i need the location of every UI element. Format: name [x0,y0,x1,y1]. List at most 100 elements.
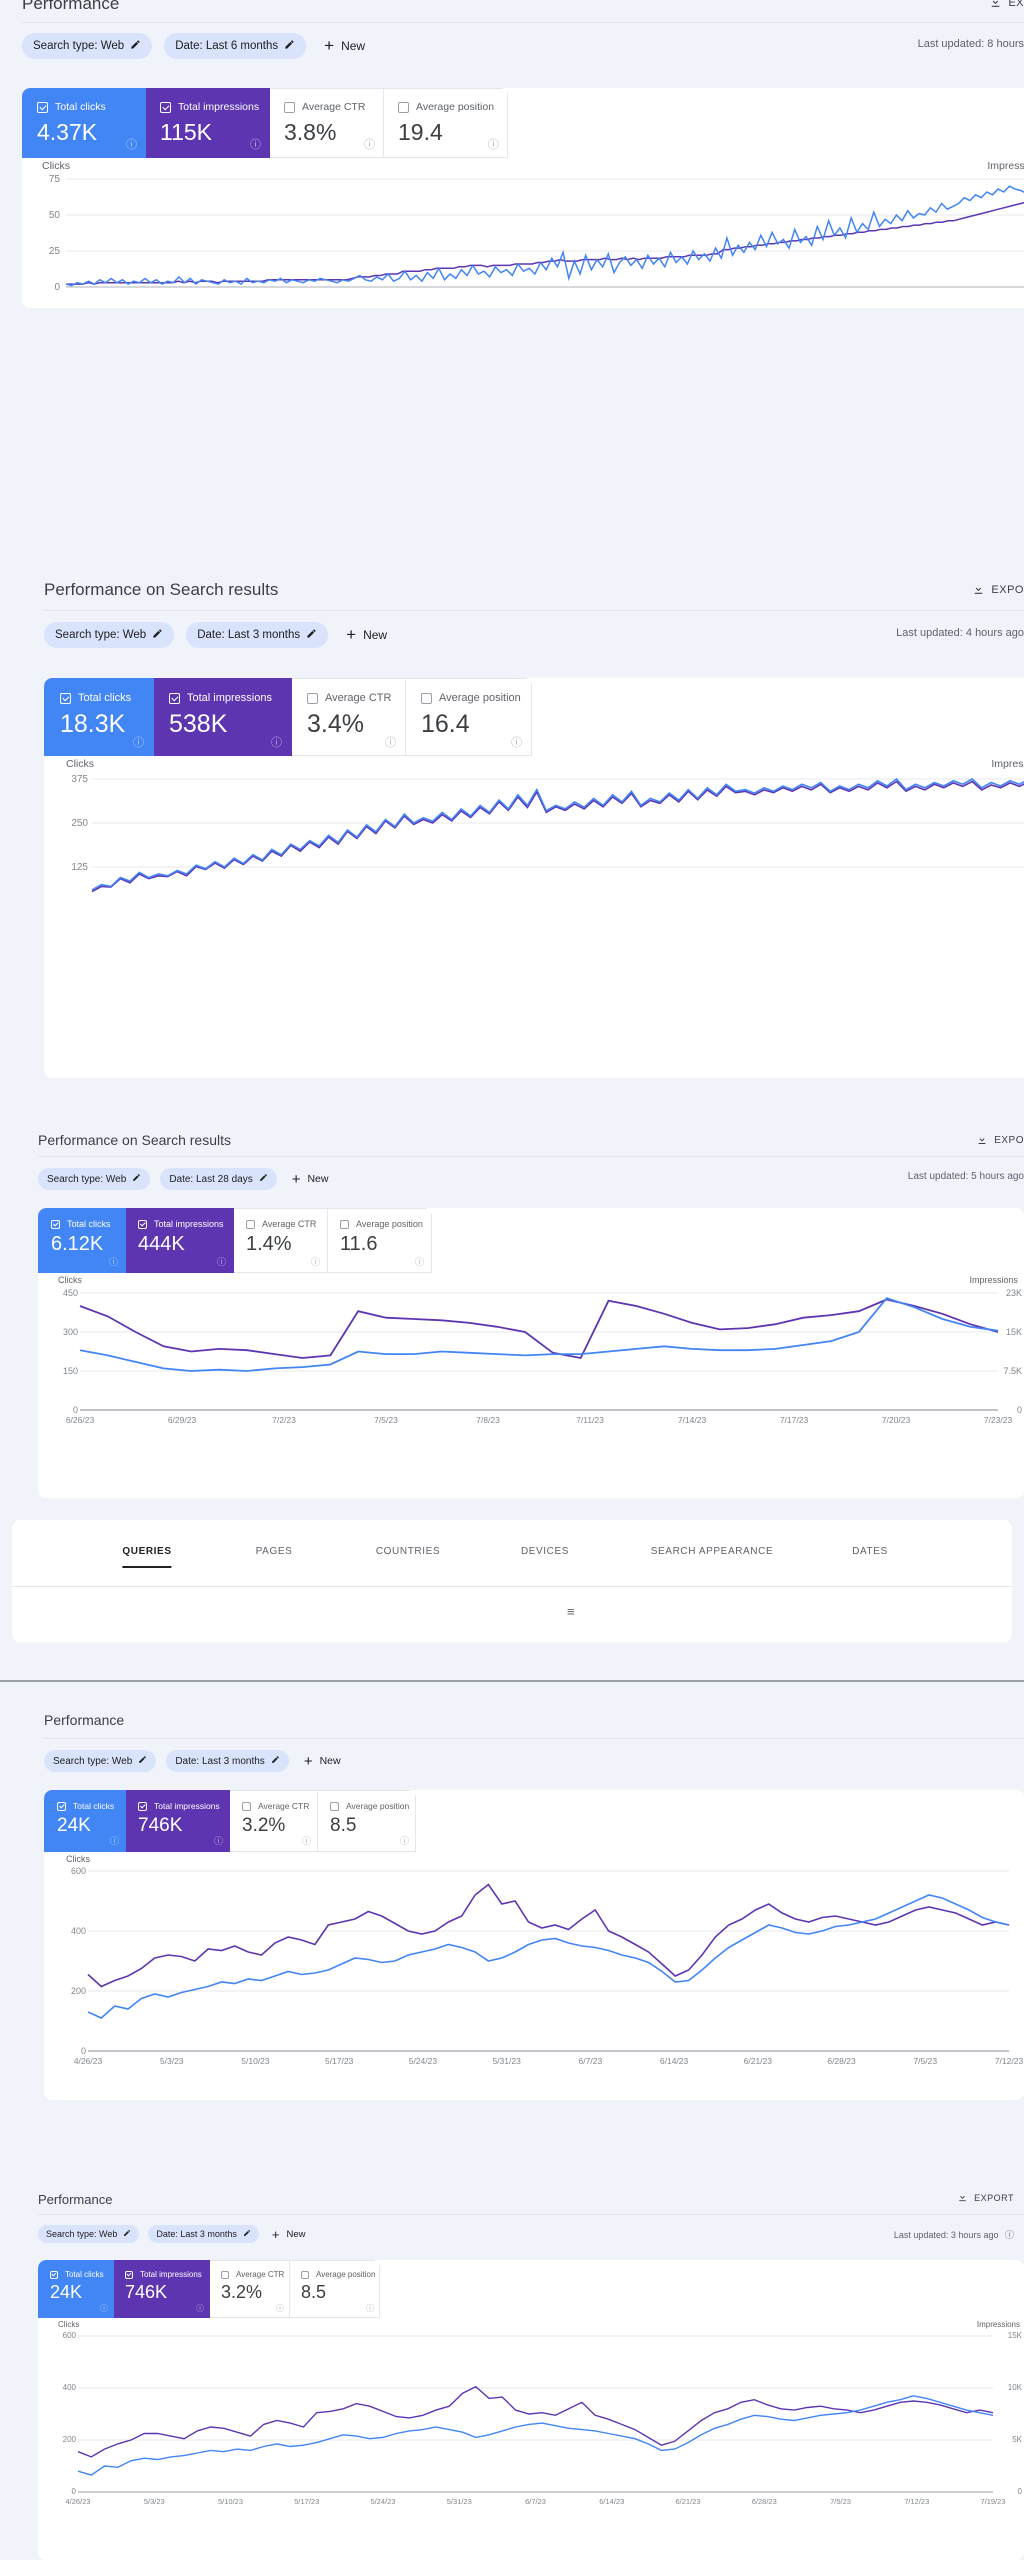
chip-date-range[interactable]: Date: Last 3 months [166,1750,289,1772]
metric-average-ctr[interactable]: Average CTR 3.2% ⓘ [230,1790,318,1852]
new-filter-button[interactable]: + New [272,2227,306,2242]
checkbox-unchecked-icon[interactable] [301,2270,309,2279]
edit-icon[interactable] [123,2229,131,2239]
help-icon[interactable]: ⓘ [196,2303,204,2314]
help-icon[interactable]: ⓘ [100,2303,108,2314]
checkbox-checked-icon[interactable] [138,1219,147,1229]
metric-average-position[interactable]: Average position 8.5 ⓘ [318,1790,416,1852]
help-icon[interactable]: ⓘ [133,734,144,750]
metric-average-ctr[interactable]: Average CTR 3.2% ⓘ [210,2260,290,2318]
export-button[interactable]: EXPO [976,1134,1024,1146]
dimension-tab-queries[interactable]: QUERIES [122,1546,172,1568]
checkbox-checked-icon[interactable] [57,1801,66,1811]
edit-icon[interactable] [130,39,141,53]
metric-average-position[interactable]: Average position 11.6 ⓘ [328,1208,432,1273]
edit-icon[interactable] [306,628,317,642]
chip-search-type[interactable]: Search type: Web [44,1750,157,1772]
checkbox-checked-icon[interactable] [50,2270,58,2279]
chip-search-type[interactable]: Search type: Web [44,622,175,648]
help-icon[interactable]: ⓘ [385,734,396,750]
metric-total-clicks[interactable]: Total clicks 24K ⓘ [44,1790,126,1852]
metric-total-impressions[interactable]: Total impressions 746K ⓘ [114,2260,210,2318]
chip-search-type[interactable]: Search type: Web [22,33,153,59]
help-icon[interactable]: ⓘ [364,136,375,152]
help-icon[interactable]: ⓘ [271,734,282,750]
chip-date-range[interactable]: Date: Last 3 months [186,622,329,648]
help-icon[interactable]: ⓘ [488,136,499,152]
checkbox-unchecked-icon[interactable] [246,1219,255,1229]
help-icon[interactable]: ⓘ [366,2303,374,2314]
help-icon[interactable]: ⓘ [250,136,261,152]
dimension-tab-devices[interactable]: DEVICES [521,1546,569,1557]
metric-total-impressions[interactable]: Total impressions 538K ⓘ [154,678,292,756]
chip-date-range[interactable]: Date: Last 28 days [160,1168,277,1190]
help-icon[interactable]: ⓘ [276,2303,284,2314]
dimension-tab-pages[interactable]: PAGES [256,1546,293,1557]
drag-handle-icon[interactable]: ≡ [567,1604,575,1619]
export-button[interactable]: EX [989,0,1024,9]
help-icon[interactable]: ⓘ [400,1834,409,1847]
new-filter-button[interactable]: + New [304,1753,341,1770]
help-icon[interactable]: ⓘ [415,1255,424,1268]
chip-search-type[interactable]: Search type: Web [38,1168,151,1190]
chip-search-type[interactable]: Search type: Web [38,2225,140,2243]
checkbox-checked-icon[interactable] [125,2270,133,2279]
help-icon[interactable]: ⓘ [110,1834,119,1847]
metric-value: 4.37K [37,119,98,145]
edit-icon[interactable] [138,1755,147,1767]
help-icon[interactable]: ⓘ [302,1834,311,1847]
metric-average-ctr[interactable]: Average CTR 3.4% ⓘ [292,678,406,756]
metric-total-impressions[interactable]: Total impressions 115K ⓘ [146,88,270,158]
metric-value: 3.2% [221,2282,263,2302]
new-filter-button[interactable]: + New [346,625,387,645]
edit-icon[interactable] [259,1173,268,1185]
new-filter-button[interactable]: + New [324,36,365,56]
checkbox-checked-icon[interactable] [169,692,180,704]
checkbox-checked-icon[interactable] [51,1219,60,1229]
export-button[interactable]: EXPO [972,583,1024,596]
metric-total-clicks[interactable]: Total clicks 18.3K ⓘ [44,678,154,756]
new-filter-button[interactable]: + New [292,1171,329,1188]
checkbox-unchecked-icon[interactable] [421,692,432,704]
checkbox-unchecked-icon[interactable] [398,101,409,113]
checkbox-unchecked-icon[interactable] [284,101,295,113]
edit-icon[interactable] [132,1173,141,1185]
metric-average-ctr[interactable]: Average CTR 1.4% ⓘ [234,1208,328,1273]
edit-icon[interactable] [243,2229,251,2239]
metric-average-position[interactable]: Average position 8.5 ⓘ [290,2260,380,2318]
help-icon[interactable]: ⓘ [214,1834,223,1847]
metric-total-clicks[interactable]: Total clicks 4.37K ⓘ [22,88,146,158]
checkbox-unchecked-icon[interactable] [340,1219,349,1229]
help-icon[interactable]: ⓘ [311,1255,320,1268]
edit-icon[interactable] [152,628,163,642]
chip-date-range[interactable]: Date: Last 6 months [164,33,307,59]
checkbox-checked-icon[interactable] [138,1801,147,1811]
metric-average-position[interactable]: Average position 16.4 ⓘ [406,678,532,756]
checkbox-unchecked-icon[interactable] [307,692,318,704]
checkbox-checked-icon[interactable] [160,101,171,113]
metric-average-ctr[interactable]: Average CTR 3.8% ⓘ [270,88,384,158]
dimension-tab-search-appearance[interactable]: SEARCH APPEARANCE [651,1546,773,1557]
metric-average-position[interactable]: Average position 19.4 ⓘ [384,88,508,158]
metric-total-clicks[interactable]: Total clicks 6.12K ⓘ [38,1208,126,1273]
export-button[interactable]: EXPORT [957,2192,1014,2203]
checkbox-checked-icon[interactable] [60,692,71,704]
checkbox-unchecked-icon[interactable] [242,1801,251,1811]
checkbox-checked-icon[interactable] [37,101,48,113]
dimension-tab-countries[interactable]: COUNTRIES [376,1546,440,1557]
checkbox-unchecked-icon[interactable] [330,1801,339,1811]
help-icon[interactable]: ⓘ [1005,2230,1014,2240]
metric-total-impressions[interactable]: Total impressions 444K ⓘ [126,1208,234,1273]
help-icon[interactable]: ⓘ [511,734,522,750]
help-icon[interactable]: ⓘ [126,136,137,152]
metric-label: Total impressions [154,1801,220,1811]
edit-icon[interactable] [271,1755,280,1767]
chip-date-range[interactable]: Date: Last 3 months [148,2225,259,2243]
edit-icon[interactable] [284,39,295,53]
help-icon[interactable]: ⓘ [109,1255,118,1268]
dimension-tab-dates[interactable]: DATES [852,1546,888,1557]
help-icon[interactable]: ⓘ [217,1255,226,1268]
checkbox-unchecked-icon[interactable] [221,2270,229,2279]
metric-total-clicks[interactable]: Total clicks 24K ⓘ [38,2260,114,2318]
metric-total-impressions[interactable]: Total impressions 746K ⓘ [126,1790,230,1852]
